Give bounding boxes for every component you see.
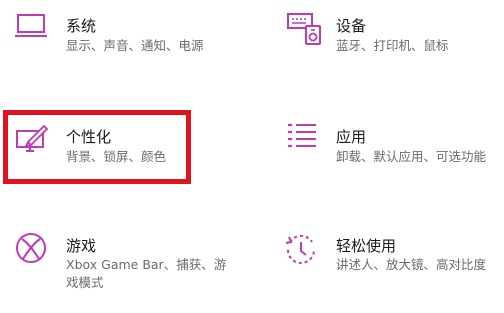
- tile-apps[interactable]: 应用 卸载、默认应用、可选功能: [270, 112, 504, 182]
- tile-apps-title: 应用: [336, 128, 367, 146]
- laptop-icon: [14, 10, 50, 46]
- tile-gaming-desc: Xbox Game Bar、捕获、游戏模式: [66, 257, 227, 290]
- tile-ease-of-access-desc: 讲述人、放大镜、高对比度: [336, 257, 487, 272]
- apps-list-icon: [286, 122, 322, 158]
- tile-devices-title: 设备: [336, 17, 367, 35]
- tile-ease-of-access-title: 轻松使用: [336, 237, 397, 255]
- devices-icon: [286, 12, 322, 48]
- tile-gaming-title: 游戏: [66, 237, 97, 255]
- tile-system[interactable]: 系统 显示、声音、通知、电源: [0, 0, 250, 70]
- tile-system-desc: 显示、声音、通知、电源: [66, 38, 204, 53]
- tile-system-title: 系统: [66, 17, 97, 35]
- tile-apps-desc: 卸载、默认应用、可选功能: [336, 149, 487, 164]
- tile-devices[interactable]: 设备 蓝牙、打印机、鼠标: [270, 0, 504, 70]
- tile-devices-desc: 蓝牙、打印机、鼠标: [336, 38, 449, 53]
- tile-gaming[interactable]: 游戏 Xbox Game Bar、捕获、游戏模式: [0, 225, 250, 305]
- xbox-icon: [14, 231, 50, 267]
- highlight-box: [3, 110, 191, 184]
- tile-ease-of-access[interactable]: 轻松使用 讲述人、放大镜、高对比度: [270, 225, 504, 305]
- ease-of-access-icon: [284, 231, 320, 267]
